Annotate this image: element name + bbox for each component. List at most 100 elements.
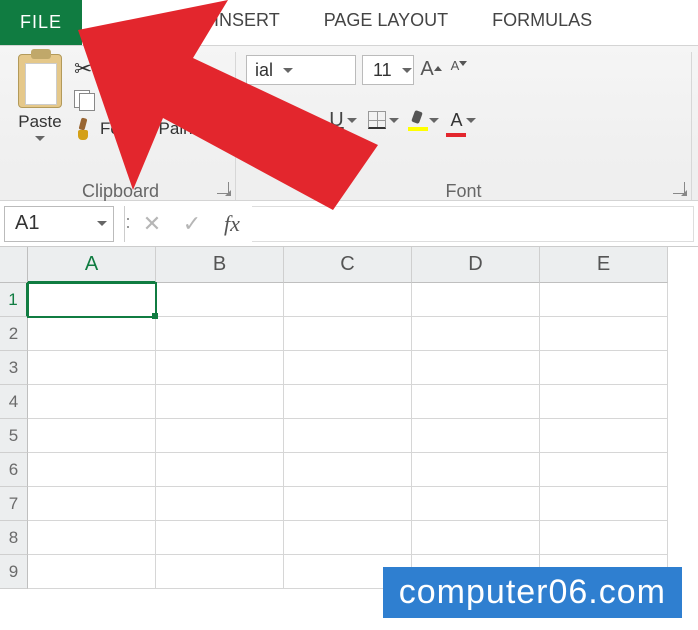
cell[interactable] — [28, 453, 156, 487]
chevron-down-icon — [402, 68, 412, 73]
name-box[interactable]: A1 — [4, 206, 114, 242]
border-button[interactable] — [366, 105, 400, 135]
cell[interactable] — [28, 419, 156, 453]
column-header-label: D — [468, 253, 482, 276]
cell[interactable] — [156, 351, 284, 385]
increase-font-size-button[interactable]: A — [420, 57, 442, 83]
paintbrush-icon — [74, 118, 92, 140]
row-header[interactable]: 6 — [0, 453, 28, 487]
letter-a-small-icon: A — [451, 58, 460, 73]
cell[interactable] — [540, 453, 668, 487]
cell[interactable] — [412, 419, 540, 453]
cell[interactable] — [412, 317, 540, 351]
tab-insert[interactable]: INSERT — [192, 0, 302, 45]
cell[interactable] — [540, 521, 668, 555]
cell[interactable] — [28, 487, 156, 521]
column-header-label: E — [597, 253, 610, 276]
cell[interactable] — [284, 283, 412, 317]
cell[interactable] — [412, 487, 540, 521]
select-all-corner[interactable] — [0, 247, 28, 283]
bold-button[interactable]: B — [246, 105, 280, 135]
ribbon-tabs: FILE INSERT PAGE LAYOUT FORMULAS — [0, 0, 698, 46]
column-header[interactable]: A — [28, 247, 156, 283]
cell[interactable] — [156, 283, 284, 317]
row-header[interactable]: 4 — [0, 385, 28, 419]
tab-page-layout[interactable]: PAGE LAYOUT — [302, 0, 470, 45]
paste-label: Paste — [18, 112, 61, 132]
cell[interactable] — [284, 487, 412, 521]
row-header[interactable]: 9 — [0, 555, 28, 589]
cell[interactable] — [28, 555, 156, 589]
format-painter-button[interactable]: Format Painter — [74, 118, 212, 140]
cell[interactable] — [540, 419, 668, 453]
font-dialog-launcher-icon[interactable] — [673, 182, 685, 194]
formula-input[interactable] — [252, 206, 694, 242]
cell[interactable] — [540, 487, 668, 521]
italic-icon: I — [300, 109, 306, 132]
column-header[interactable]: E — [540, 247, 668, 283]
cell[interactable] — [156, 385, 284, 419]
arrow-down-icon — [459, 61, 467, 66]
cancel-button[interactable]: ✕ — [132, 206, 172, 242]
cell[interactable] — [28, 351, 156, 385]
cell[interactable] — [156, 453, 284, 487]
cell[interactable] — [156, 317, 284, 351]
cell[interactable] — [156, 419, 284, 453]
paste-button[interactable]: Paste — [16, 52, 70, 177]
fill-color-button[interactable] — [406, 105, 440, 135]
column-header[interactable]: C — [284, 247, 412, 283]
cell[interactable] — [284, 317, 412, 351]
cell[interactable] — [156, 521, 284, 555]
cell[interactable] — [540, 317, 668, 351]
underline-button[interactable]: U — [326, 105, 360, 135]
cell[interactable] — [412, 453, 540, 487]
row-header[interactable]: 7 — [0, 487, 28, 521]
cell[interactable] — [28, 521, 156, 555]
cell[interactable] — [28, 317, 156, 351]
font-name-selector[interactable]: ial — [246, 55, 356, 85]
row-header[interactable]: 1 — [0, 283, 28, 317]
enter-button[interactable]: ✓ — [172, 206, 212, 242]
font-color-button[interactable]: A — [446, 105, 480, 135]
cell[interactable] — [284, 453, 412, 487]
cell[interactable] — [156, 487, 284, 521]
tab-file[interactable]: FILE — [0, 0, 82, 45]
row-header[interactable]: 2 — [0, 317, 28, 351]
row-header[interactable]: 3 — [0, 351, 28, 385]
cell[interactable] — [540, 283, 668, 317]
row-header-label: 6 — [9, 460, 18, 480]
name-box-value: A1 — [15, 212, 39, 235]
watermark: computer06.com — [383, 567, 682, 618]
cell[interactable] — [412, 283, 540, 317]
font-size-selector[interactable]: 11 — [362, 55, 414, 85]
column-header[interactable]: D — [412, 247, 540, 283]
paste-dropdown-icon[interactable] — [35, 136, 45, 141]
insert-function-button[interactable]: fx — [212, 206, 252, 242]
row-header-label: 8 — [9, 528, 18, 548]
row-header[interactable]: 8 — [0, 521, 28, 555]
cell[interactable] — [284, 385, 412, 419]
column-header[interactable]: B — [156, 247, 284, 283]
cell[interactable] — [284, 521, 412, 555]
cell-a1[interactable] — [28, 283, 156, 317]
watermark-text: computer06.com — [399, 573, 666, 611]
cell[interactable] — [284, 351, 412, 385]
ribbon: Paste ✂ C Format Painter Clipboard — [0, 46, 698, 201]
cell[interactable] — [540, 351, 668, 385]
cell[interactable] — [540, 385, 668, 419]
copy-button[interactable]: C — [74, 90, 212, 110]
cut-button[interactable]: ✂ — [74, 56, 212, 82]
row-header[interactable]: 5 — [0, 419, 28, 453]
font-name-value: ial — [255, 60, 273, 81]
cell[interactable] — [284, 419, 412, 453]
cell[interactable] — [156, 555, 284, 589]
italic-button[interactable]: I — [286, 105, 320, 135]
cell[interactable] — [412, 521, 540, 555]
clipboard-dialog-launcher-icon[interactable] — [217, 182, 229, 194]
decrease-font-size-button[interactable]: A — [448, 57, 470, 83]
cell[interactable] — [412, 385, 540, 419]
formula-bar-separator — [124, 206, 132, 242]
cell[interactable] — [412, 351, 540, 385]
cell[interactable] — [28, 385, 156, 419]
tab-formulas[interactable]: FORMULAS — [470, 0, 614, 45]
